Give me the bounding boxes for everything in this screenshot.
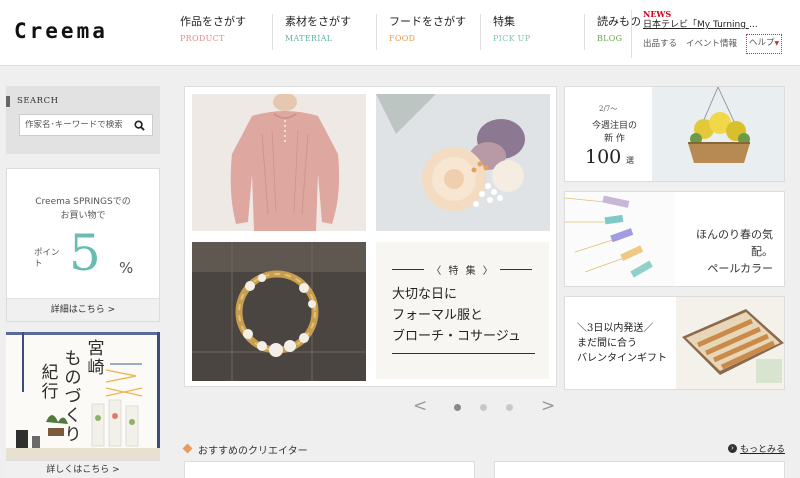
sell-link[interactable]: 出品する — [643, 37, 677, 54]
nav-label: 作品をさがす — [180, 15, 246, 28]
b1-line1: 今週注目の — [591, 121, 637, 131]
pencils-image — [565, 192, 675, 286]
global-nav: 作品をさがす PRODUCT 素材をさがす MATERIAL フードをさがす F… — [168, 14, 688, 50]
creema-logo[interactable]: Creema — [14, 19, 108, 43]
feature-slide[interactable]: 〈 特 集 〉 大切な日に フォーマル服と ブローチ・コサージュ — [184, 86, 557, 387]
help-dropdown[interactable]: ヘルプ▼ — [746, 34, 783, 54]
nav-product[interactable]: 作品をさがす PRODUCT — [168, 14, 272, 50]
b3-text: ＼3日以内発送／ まだ間に合う バレンタインギフト — [577, 323, 667, 364]
new-arrivals-banner[interactable]: 2/7〜 今週注目の 新 作 100 選 — [564, 86, 785, 182]
nav-sublabel: PRODUCT — [180, 34, 225, 43]
b2-line1: ほんのり春の気配。 — [696, 228, 773, 258]
corsage-photo — [376, 94, 550, 231]
b2-text: ほんのり春の気配。 ペールカラー — [675, 226, 773, 277]
points-line1: Creema SPRINGSでの — [35, 197, 131, 207]
search-panel: SEARCH — [6, 86, 160, 154]
points-details-link[interactable]: 詳細はこちら > — [7, 298, 159, 321]
b1-number: 100 — [585, 146, 622, 168]
points-label: ポイント — [34, 248, 60, 269]
nav-material[interactable]: 素材をさがす MATERIAL — [272, 14, 376, 50]
nav-label: フードをさがす — [389, 15, 466, 28]
valentine-gift-banner[interactable]: ＼3日以内発送／ まだ間に合う バレンタインギフト — [564, 296, 785, 390]
points-row: ポイント 5 % — [7, 225, 159, 285]
miyazaki-illustration — [6, 332, 160, 460]
news-link[interactable]: 日本テレビ「My Turning Po… — [643, 19, 761, 32]
feature-caption: 〈 特 集 〉 大切な日に フォーマル服と ブローチ・コサージュ — [376, 242, 549, 379]
carousel-dot[interactable] — [506, 404, 513, 411]
search-field — [19, 114, 153, 136]
header-sublinks: 出品する イベント情報 ヘルプ▼ — [643, 34, 791, 54]
points-value: 5 — [69, 224, 101, 282]
blouse-image — [192, 94, 366, 231]
search-icon — [133, 119, 145, 131]
points-campaign-card[interactable]: Creema SPRINGSでの お買い物で ポイント 5 % 詳細はこちら > — [6, 168, 160, 322]
carousel-controls: < > — [184, 396, 557, 418]
miyazaki-title-col1: 宮崎 — [87, 339, 105, 378]
site-header: Creema 作品をさがす PRODUCT 素材をさがす MATERIAL フー… — [0, 0, 800, 66]
news-label: NEWS — [643, 9, 672, 19]
blouse-photo — [192, 94, 366, 231]
search-input[interactable] — [20, 120, 128, 130]
hanging-basket-image — [652, 87, 784, 181]
caret-down-icon: ▼ — [774, 40, 780, 47]
nav-label: 素材をさがす — [285, 15, 351, 28]
feature-title: 大切な日に フォーマル服と ブローチ・コサージュ — [392, 287, 521, 344]
see-more-label: もっとみる — [739, 445, 785, 455]
recommended-title: おすすめのクリエイター — [198, 446, 308, 457]
diamond-bullet-icon — [182, 443, 193, 454]
miyazaki-title-col2: ものづくり — [64, 349, 82, 445]
chevron-circle-icon: › — [727, 444, 737, 453]
creator-card[interactable] — [494, 461, 785, 478]
nav-food[interactable]: フードをさがす FOOD — [376, 14, 480, 50]
miyazaki-details-link[interactable]: 詳しくはこちら > — [6, 460, 160, 478]
creator-card[interactable] — [184, 461, 475, 478]
miyazaki-title-col3: 紀行 — [41, 363, 59, 402]
points-unit: % — [119, 259, 134, 277]
recommended-creators-header: おすすめのクリエイター › もっとみる — [182, 441, 785, 457]
brooch-photo — [192, 242, 366, 381]
corsage-image — [376, 94, 550, 231]
search-title: SEARCH — [6, 96, 58, 107]
feature-kicker: 〈 特 集 〉 — [431, 266, 495, 277]
nav-sublabel: MATERIAL — [285, 34, 333, 43]
brooch-image — [192, 242, 366, 381]
carousel-dot[interactable] — [480, 404, 487, 411]
nav-label: 特集 — [493, 15, 515, 28]
b1-unit: 選 — [626, 156, 634, 165]
carousel-prev-button[interactable]: < — [413, 396, 427, 416]
banner-image: 宮崎 ものづくり 紀行 — [6, 332, 160, 460]
carousel-dot-active[interactable] — [454, 404, 461, 411]
points-line2: お買い物で — [60, 211, 106, 221]
nav-pickup[interactable]: 特集 PICK UP — [480, 14, 584, 50]
b1-date: 2/7〜 — [599, 105, 618, 113]
news-box: NEWS 日本テレビ「My Turning Po… 出品する イベント情報 ヘル… — [631, 10, 791, 58]
b2-line2: ペールカラー — [707, 262, 773, 275]
b1-line2: 新 作 — [604, 134, 625, 144]
miyazaki-banner[interactable]: 宮崎 ものづくり 紀行 詳しくはこちら > — [6, 332, 160, 478]
help-label: ヘルプ — [749, 38, 775, 48]
search-button[interactable] — [128, 115, 150, 135]
pale-color-banner[interactable]: ほんのり春の気配。 ペールカラー — [564, 191, 785, 287]
carousel-next-button[interactable]: > — [541, 396, 555, 416]
event-info-link[interactable]: イベント情報 — [686, 37, 737, 54]
nav-sublabel: FOOD — [389, 34, 416, 43]
see-more-link[interactable]: › もっとみる — [727, 442, 785, 455]
sweets-box-image — [676, 297, 784, 389]
nav-sublabel: PICK UP — [493, 34, 531, 43]
